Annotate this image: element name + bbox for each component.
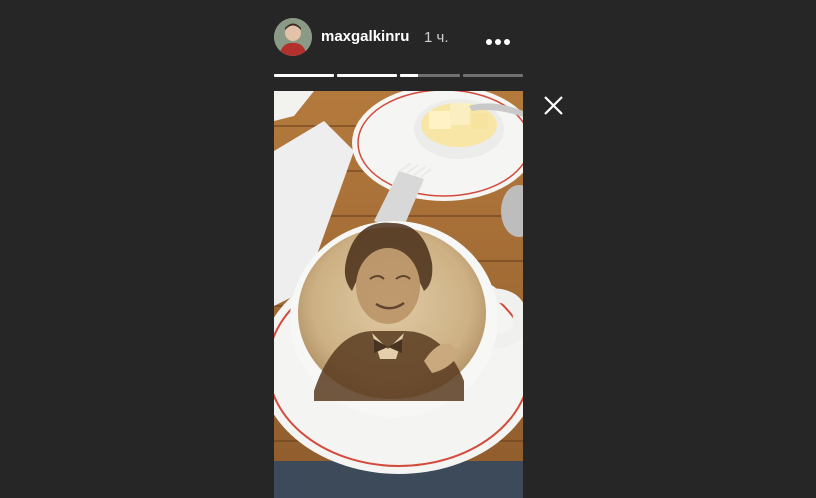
story-progress-segment <box>463 74 523 77</box>
story-progress-segment <box>400 74 460 77</box>
more-options-button[interactable] <box>485 22 513 52</box>
story-progress-segment <box>337 74 397 77</box>
user-avatar-icon <box>274 18 312 56</box>
more-horizontal-icon <box>486 39 510 45</box>
avatar[interactable] <box>274 18 312 56</box>
story-progress-bar <box>274 74 523 77</box>
username-link[interactable]: maxgalkinru <box>321 28 409 45</box>
story-progress-fill <box>274 74 334 77</box>
story-progress-fill <box>400 74 418 77</box>
close-icon <box>544 96 563 115</box>
story-progress-fill <box>337 74 397 77</box>
story-progress-segment <box>274 74 334 77</box>
story-media[interactable] <box>274 91 523 498</box>
timestamp: 1 ч. <box>424 29 449 46</box>
coffee-latte-portrait-photo <box>274 91 523 498</box>
close-button[interactable] <box>541 92 567 118</box>
story-header: maxgalkinru 1 ч. <box>274 18 524 58</box>
